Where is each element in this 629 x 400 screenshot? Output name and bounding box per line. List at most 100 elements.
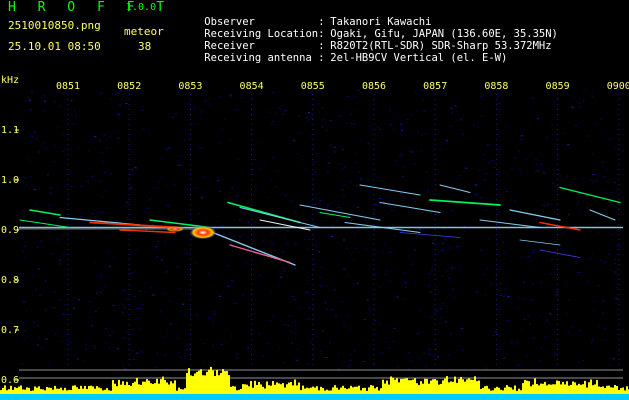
noise-speck <box>345 122 348 124</box>
noise-speck <box>571 326 574 328</box>
noise-speck <box>282 362 285 364</box>
noise-speck <box>399 192 402 194</box>
noise-speck <box>239 236 242 238</box>
noise-speck <box>482 274 485 276</box>
level-sample <box>114 383 116 394</box>
noise-speck <box>556 291 558 293</box>
noise-speck <box>395 113 398 115</box>
level-sample <box>554 384 556 394</box>
noise-speck <box>553 173 556 175</box>
noise-speck <box>88 301 91 303</box>
noise-speck <box>213 311 216 313</box>
noise-speck <box>354 162 357 164</box>
noise-speck <box>264 250 267 252</box>
noise-speck <box>177 266 179 268</box>
noise-speck <box>408 150 411 152</box>
noise-speck <box>329 144 332 146</box>
noise-speck <box>428 354 431 355</box>
noise-speck <box>138 308 141 309</box>
noise-speck <box>444 93 447 95</box>
noise-speck <box>272 243 275 245</box>
noise-speck <box>284 323 287 325</box>
noise-speck <box>603 339 606 341</box>
noise-speck <box>532 97 535 99</box>
noise-speck <box>174 184 176 186</box>
noise-speck <box>396 296 399 298</box>
noise-speck <box>307 277 310 279</box>
noise-speck <box>591 95 594 97</box>
noise-speck <box>479 115 482 117</box>
noise-speck <box>473 125 476 127</box>
noise-speck <box>271 315 274 317</box>
noise-speck <box>271 123 274 125</box>
level-sample <box>404 378 406 394</box>
noise-speck <box>520 135 523 137</box>
noise-speck <box>82 237 85 239</box>
noise-speck <box>143 287 146 289</box>
level-sample <box>276 382 278 394</box>
noise-speck <box>441 303 444 305</box>
level-sample <box>170 381 172 394</box>
level-sample <box>36 387 38 394</box>
noise-speck <box>230 95 232 97</box>
level-sample <box>600 387 602 394</box>
level-sample <box>340 387 342 394</box>
level-sample <box>0 390 2 394</box>
level-sample <box>342 385 344 394</box>
noise-speck <box>284 194 287 196</box>
noise-speck <box>578 361 581 363</box>
noise-speck <box>72 123 74 125</box>
noise-speck <box>551 183 554 185</box>
noise-speck <box>259 274 262 276</box>
noise-speck <box>436 286 439 288</box>
level-sample <box>38 386 40 394</box>
noise-speck <box>547 203 549 205</box>
noise-speck <box>163 336 166 338</box>
noise-speck <box>349 360 352 362</box>
noise-speck <box>566 313 569 315</box>
noise-speck <box>293 210 296 212</box>
noise-speck <box>218 295 221 297</box>
level-sample <box>416 383 418 394</box>
noise-speck <box>203 343 206 345</box>
noise-speck <box>160 177 163 179</box>
noise-speck <box>126 332 129 334</box>
noise-speck <box>62 253 65 255</box>
time-tick-label: 0857 <box>423 81 447 92</box>
noise-speck <box>413 198 415 200</box>
noise-speck <box>416 132 419 134</box>
noise-speck <box>156 188 159 190</box>
level-sample <box>146 379 148 394</box>
noise-speck <box>352 259 355 261</box>
noise-speck <box>73 307 76 309</box>
level-sample <box>468 378 470 394</box>
noise-speck <box>401 175 404 177</box>
noise-speck <box>98 139 101 141</box>
noise-speck <box>37 268 40 270</box>
noise-speck <box>254 298 257 300</box>
noise-speck <box>414 91 417 93</box>
noise-speck <box>515 341 518 343</box>
noise-speck <box>573 97 575 99</box>
noise-speck <box>306 280 309 281</box>
noise-speck <box>454 106 457 108</box>
noise-speck <box>574 262 577 264</box>
noise-speck <box>487 238 490 240</box>
noise-speck <box>203 176 206 178</box>
noise-speck <box>451 112 454 114</box>
level-sample <box>332 387 334 394</box>
noise-speck <box>449 125 452 127</box>
level-sample <box>200 369 202 394</box>
noise-speck <box>28 99 31 101</box>
noise-speck <box>253 158 256 160</box>
noise-speck <box>165 271 168 273</box>
level-sample <box>308 388 310 394</box>
level-sample <box>116 386 118 394</box>
noise-speck <box>36 246 39 248</box>
level-sample <box>616 386 618 394</box>
level-sample <box>246 384 248 394</box>
noise-speck <box>441 242 444 244</box>
level-sample <box>626 386 628 394</box>
level-sample <box>212 370 214 394</box>
noise-speck <box>102 161 105 163</box>
